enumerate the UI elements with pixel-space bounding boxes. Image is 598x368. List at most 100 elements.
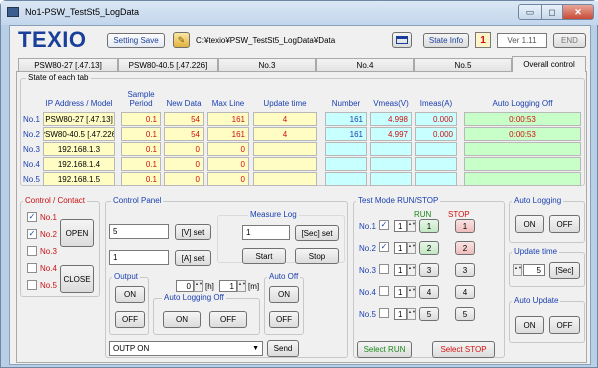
folder-icon[interactable]: ✎ [173, 32, 190, 48]
run-button-4[interactable]: 4 [419, 285, 439, 299]
tab-6[interactable]: Overall control [512, 56, 586, 72]
tab-2[interactable]: PSW80-40.5 [.47.226] [118, 58, 218, 72]
current-input[interactable]: 1 [109, 250, 169, 265]
voltage-input[interactable]: 5 [109, 224, 169, 239]
test-row-checkbox[interactable]: ✓ [379, 220, 389, 230]
app-icon [7, 7, 19, 17]
auto-logging-off-off-button[interactable]: OFF [209, 311, 247, 328]
auto-update-off-button[interactable]: OFF [549, 316, 580, 334]
contact-checkbox[interactable]: ✓ [27, 212, 37, 222]
run-button-3[interactable]: 3 [419, 263, 439, 277]
minutes-spinner[interactable]: ▲▼ [237, 280, 246, 292]
log-start-button[interactable]: Start [242, 248, 286, 264]
test-mode-title: Test Mode RUN/STOP [356, 196, 441, 206]
tab-3[interactable]: No.3 [218, 58, 316, 72]
table-cell-period: 0.1 [121, 172, 161, 186]
hours-spinner[interactable]: ▲▼ [194, 280, 203, 292]
hours-input[interactable]: 0 [176, 280, 194, 292]
auto-logging-on-button[interactable]: ON [515, 215, 544, 233]
stop-button-1[interactable]: 1 [455, 219, 475, 233]
window-icon [396, 36, 408, 44]
test-row-spinner[interactable]: ▲▼ [407, 308, 416, 320]
control-contact-title: Control / Contact [23, 196, 88, 206]
maximize-button[interactable]: ◻ [541, 4, 563, 20]
table-cell-newdata: 54 [164, 112, 204, 126]
run-button-5[interactable]: 5 [419, 307, 439, 321]
auto-logging-off-on-button[interactable]: ON [163, 311, 201, 328]
auto-logging-off-button[interactable]: OFF [549, 215, 580, 233]
close-contact-button[interactable]: CLOSE [60, 265, 94, 293]
table-cell-vmeas [370, 142, 412, 156]
version-label: Ver 1.11 [497, 33, 547, 48]
table-cell-imeas [415, 142, 457, 156]
row-label: No.3 [23, 145, 40, 154]
test-row-checkbox[interactable] [379, 264, 389, 274]
table-cell-vmeas: 4.997 [370, 127, 412, 141]
test-row-spinner[interactable]: ▲▼ [407, 264, 416, 276]
tab-5[interactable]: No.5 [414, 58, 512, 72]
test-row-label: No.4 [359, 288, 376, 297]
test-row-checkbox[interactable] [379, 308, 389, 318]
stop-button-4[interactable]: 4 [455, 285, 475, 299]
table-cell-number [325, 172, 367, 186]
auto-update-on-button[interactable]: ON [515, 316, 544, 334]
table-cell-maxline: 0 [207, 142, 249, 156]
run-button-2[interactable]: 2 [419, 241, 439, 255]
minimize-button[interactable]: ▭ [518, 4, 542, 20]
contact-checkbox[interactable]: ✓ [27, 229, 37, 239]
update-time-input[interactable]: 5 [523, 264, 545, 276]
column-header: Auto Logging Off [492, 99, 553, 108]
setting-save-button[interactable]: Setting Save [107, 33, 165, 48]
test-row-value[interactable]: 1 [394, 242, 407, 254]
auto-off-off-button[interactable]: OFF [269, 311, 299, 328]
select-stop-button[interactable]: Select STOP [432, 341, 495, 358]
select-run-button[interactable]: Select RUN [357, 341, 412, 358]
output-on-button[interactable]: ON [115, 286, 145, 303]
table-cell-update [253, 172, 317, 186]
test-row-checkbox[interactable] [379, 286, 389, 296]
update-time-spinner[interactable]: ▲▼ [513, 264, 522, 276]
open-button[interactable]: OPEN [60, 219, 94, 247]
command-select[interactable]: OUTP ON ▼ [109, 341, 263, 356]
close-button[interactable]: ✕ [562, 4, 594, 20]
contact-checkbox[interactable] [27, 246, 37, 256]
end-button[interactable]: END [553, 33, 586, 48]
texio-logo: TEXIO [18, 27, 87, 52]
run-button-1[interactable]: 1 [419, 219, 439, 233]
table-cell-update: 4 [253, 127, 317, 141]
send-button[interactable]: Send [267, 340, 299, 357]
contact-checkbox[interactable] [27, 263, 37, 273]
row-label: No.1 [23, 115, 40, 124]
update-time-unit-button[interactable]: [Sec] [549, 262, 580, 279]
tab-1[interactable]: PSW80-27 [.47.13] [18, 58, 118, 72]
output-off-button[interactable]: OFF [115, 311, 145, 328]
column-header: Max Line [211, 99, 245, 108]
window-toggle-button[interactable] [392, 32, 412, 48]
log-stop-button[interactable]: Stop [295, 248, 339, 264]
update-time-title: Update time [512, 247, 560, 257]
table-cell-autooff: 0:00:53 [464, 112, 581, 126]
stop-button-2[interactable]: 2 [455, 241, 475, 255]
overall-control-panel: State of each tab Control / Contact OPEN… [16, 71, 587, 363]
log-interval-set-button[interactable]: [Sec] set [295, 225, 339, 241]
log-interval-input[interactable]: 1 [242, 225, 290, 240]
current-set-button[interactable]: [A] set [175, 250, 211, 266]
stop-button-5[interactable]: 5 [455, 307, 475, 321]
tab-4[interactable]: No.4 [316, 58, 414, 72]
test-row-checkbox[interactable]: ✓ [379, 242, 389, 252]
contact-checkbox[interactable] [27, 280, 37, 290]
test-row-value[interactable]: 1 [394, 308, 407, 320]
contact-label: No.4 [40, 264, 57, 273]
auto-off-on-button[interactable]: ON [269, 286, 299, 303]
test-row-value[interactable]: 1 [394, 286, 407, 298]
test-row-spinner[interactable]: ▲▼ [407, 286, 416, 298]
test-row-spinner[interactable]: ▲▼ [407, 220, 416, 232]
test-row-value[interactable]: 1 [394, 220, 407, 232]
stop-button-3[interactable]: 3 [455, 263, 475, 277]
minutes-input[interactable]: 1 [219, 280, 237, 292]
test-row-value[interactable]: 1 [394, 264, 407, 276]
state-info-button[interactable]: State Info [423, 33, 469, 48]
test-row-spinner[interactable]: ▲▼ [407, 242, 416, 254]
voltage-set-button[interactable]: [V] set [175, 224, 211, 240]
data-path-field[interactable]: C:¥texio¥PSW_TestSt5_LogData¥Data [193, 33, 385, 48]
